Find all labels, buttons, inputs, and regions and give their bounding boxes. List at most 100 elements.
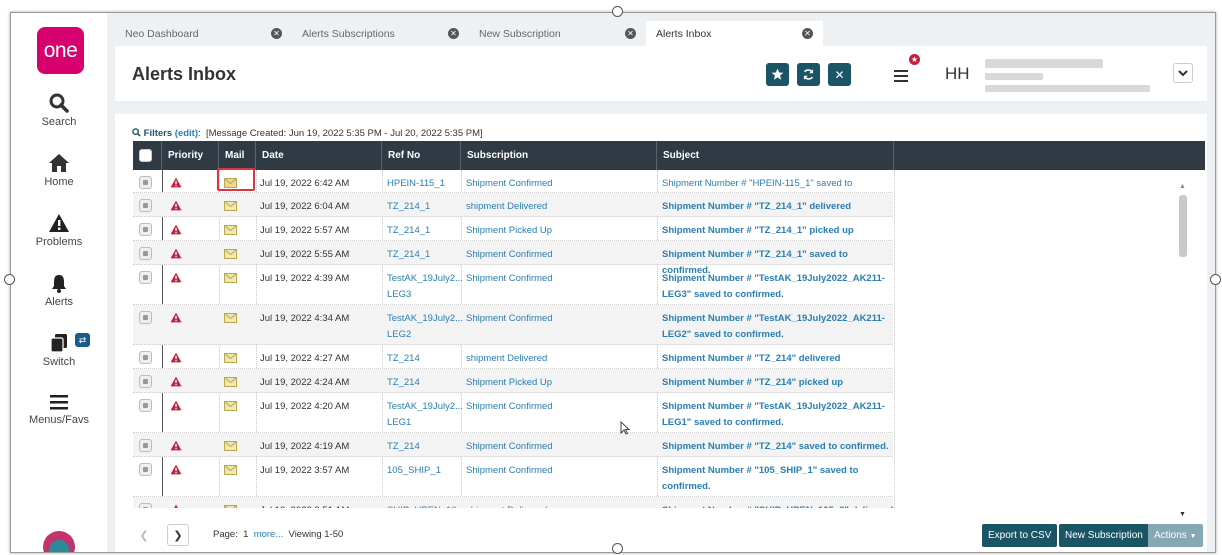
sidebar-item-menus-favs[interactable]: Menus/Favs — [11, 393, 107, 426]
subscription-link[interactable]: Shipment Confirmed — [466, 439, 553, 455]
close-icon[interactable]: ✕ — [271, 28, 282, 39]
sidebar-item-search[interactable]: Search — [11, 93, 107, 128]
ref-no-link[interactable]: TZ_214 — [387, 375, 462, 391]
mail-unread-icon[interactable] — [224, 401, 237, 414]
resize-handle[interactable] — [1210, 274, 1221, 285]
ref-no-link[interactable]: TZ_214 — [387, 351, 462, 367]
ref-no-link[interactable]: TestAK_19July2... LEG3 — [387, 271, 463, 303]
ref-no-link[interactable]: TZ_214_1 — [387, 247, 462, 263]
mail-unread-icon[interactable] — [224, 377, 237, 390]
mail-unread-icon[interactable] — [224, 441, 237, 454]
close-icon[interactable]: ✕ — [625, 28, 636, 39]
export-csv-button[interactable]: Export to CSV — [982, 524, 1058, 547]
table-row[interactable]: Jul 19, 2022 4:34 AM TestAK_19July2... LE… — [133, 305, 893, 345]
table-row[interactable]: Jul 19, 2022 4:19 AM TZ_214 Shipment Confi… — [133, 433, 893, 457]
next-page-button[interactable]: ❯ — [167, 524, 189, 546]
row-checkbox[interactable] — [139, 247, 152, 260]
more-pages-link[interactable]: more... — [254, 529, 284, 540]
sidebar-item-home[interactable]: Home — [11, 153, 107, 188]
table-row[interactable]: Jul 19, 2022 5:55 AM TZ_214_1 Shipment Con… — [133, 241, 893, 276]
subject-link[interactable]: Shipment Number # "TZ_214_1" delivered — [662, 199, 894, 215]
subscription-link[interactable]: Shipment Confirmed — [466, 399, 553, 415]
row-checkbox[interactable] — [139, 463, 152, 476]
user-menu-button[interactable] — [1173, 63, 1193, 83]
user-initials[interactable]: HH — [945, 64, 970, 84]
ref-no-link[interactable]: TestAK_19July2... LEG2 — [387, 311, 463, 343]
sidebar-item-alerts[interactable]: Alerts — [11, 273, 107, 308]
ref-no-link[interactable]: HPEIN-115_1 — [387, 176, 462, 192]
subject-link[interactable]: Shipment Number # "TZ_214" picked up — [662, 375, 894, 391]
subject-link[interactable]: Shipment Number # "TestAK_19July2022_AK2… — [662, 311, 894, 343]
subject-link[interactable]: Shipment Number # "SHIP_HPEN_105_2" deli… — [662, 503, 894, 508]
star-badge-icon[interactable]: ★ — [907, 52, 922, 67]
row-checkbox[interactable] — [139, 176, 152, 189]
tab-neo-dashboard[interactable]: Neo Dashboard ✕ — [115, 21, 292, 46]
col-date[interactable]: Date — [256, 141, 382, 170]
table-row[interactable]: Jul 19, 2022 4:20 AM TestAK_19July2... LE… — [133, 393, 893, 433]
subscription-link[interactable]: Shipment Confirmed — [466, 247, 553, 263]
mail-unread-icon[interactable] — [224, 273, 237, 286]
select-all-checkbox[interactable] — [139, 149, 152, 162]
subscription-link[interactable]: Shipment Picked Up — [466, 223, 552, 239]
ref-no-link[interactable]: TestAK_19July2... LEG1 — [387, 399, 463, 431]
mail-unread-icon[interactable] — [224, 465, 237, 478]
ref-no-link[interactable]: TZ_214_1 — [387, 199, 462, 215]
sidebar-item-problems[interactable]: Problems — [11, 213, 107, 248]
ref-no-link[interactable]: SHIP_HPEN_10... — [387, 503, 465, 508]
table-row[interactable]: Jul 19, 2022 3:57 AM 105_SHIP_1 Shipment C… — [133, 457, 893, 497]
subscription-link[interactable]: shipment Delivered — [466, 503, 547, 508]
resize-handle[interactable] — [4, 274, 15, 285]
col-subject[interactable]: Subject — [657, 141, 894, 170]
subject-link[interactable]: Shipment Number # "TestAK_19July2022_AK2… — [662, 271, 894, 303]
row-checkbox[interactable] — [139, 311, 152, 324]
select-all-cell[interactable] — [133, 141, 162, 170]
row-checkbox[interactable] — [139, 271, 152, 284]
mail-unread-icon[interactable] — [224, 353, 237, 366]
table-row[interactable]: Jul 19, 2022 4:24 AM TZ_214 Shipment Picke… — [133, 369, 893, 393]
mail-unread-icon[interactable] — [224, 225, 237, 238]
subject-link[interactable]: Shipment Number # "TZ_214" delivered — [662, 351, 894, 367]
list-menu-icon[interactable] — [892, 67, 910, 85]
subscription-link[interactable]: shipment Delivered — [466, 199, 547, 215]
close-page-button[interactable]: ✕ — [828, 63, 851, 86]
subscription-link[interactable]: shipment Delivered — [466, 351, 547, 367]
row-checkbox[interactable] — [139, 399, 152, 412]
subject-link[interactable]: Shipment Number # "105_SHIP_1" saved to … — [662, 463, 894, 495]
row-checkbox[interactable] — [139, 503, 152, 508]
sidebar-item-switch[interactable]: ⇄ Switch — [11, 333, 107, 368]
mail-unread-icon[interactable] — [224, 201, 237, 214]
row-checkbox[interactable] — [139, 223, 152, 236]
tab-alerts-subscriptions[interactable]: Alerts Subscriptions ✕ — [292, 21, 469, 46]
user-avatar[interactable] — [43, 531, 75, 552]
subject-link[interactable]: Shipment Number # "TestAK_19July2022_AK2… — [662, 399, 894, 431]
table-row[interactable]: Jul 19, 2022 4:39 AM TestAK_19July2... LE… — [133, 265, 893, 305]
scroll-down-icon[interactable]: ▼ — [1179, 511, 1186, 518]
subscription-link[interactable]: Shipment Confirmed — [466, 463, 553, 479]
filters-edit-link[interactable]: (edit) — [175, 128, 198, 139]
close-icon[interactable]: ✕ — [802, 28, 813, 39]
tab-new-subscription[interactable]: New Subscription ✕ — [469, 21, 646, 46]
col-subscription[interactable]: Subscription — [461, 141, 657, 170]
actions-button[interactable]: Actions ▼ — [1148, 524, 1203, 547]
subject-link[interactable]: Shipment Number # "TZ_214_1" picked up — [662, 223, 894, 239]
ref-no-link[interactable]: TZ_214_1 — [387, 223, 462, 239]
mail-unread-icon[interactable] — [224, 313, 237, 326]
scroll-thumb[interactable] — [1179, 195, 1187, 257]
col-mail[interactable]: Mail — [219, 141, 256, 170]
table-row[interactable]: Jul 19, 2022 5:57 AM TZ_214_1 Shipment Pic… — [133, 217, 893, 241]
refresh-button[interactable] — [797, 63, 820, 86]
subscription-link[interactable]: Shipment Confirmed — [466, 311, 553, 327]
prev-page-button[interactable]: ❮ — [133, 524, 155, 546]
one-logo[interactable]: one — [37, 27, 84, 74]
resize-handle[interactable] — [612, 543, 623, 554]
ref-no-link[interactable]: TZ_214 — [387, 439, 462, 455]
row-checkbox[interactable] — [139, 351, 152, 364]
subscription-link[interactable]: Shipment Confirmed — [466, 271, 553, 287]
resize-handle[interactable] — [612, 6, 623, 17]
scroll-up-icon[interactable]: ▲ — [1179, 183, 1186, 190]
subscription-link[interactable]: Shipment Picked Up — [466, 375, 552, 391]
table-row[interactable]: Jul 19, 2022 3:51 AM SHIP_HPEN_10...shipm… — [133, 497, 893, 508]
table-row[interactable]: Jul 19, 2022 4:27 AM TZ_214 shipment Deliv… — [133, 345, 893, 369]
mail-unread-icon[interactable] — [224, 505, 237, 508]
tab-alerts-inbox[interactable]: Alerts Inbox ✕ — [646, 21, 823, 46]
